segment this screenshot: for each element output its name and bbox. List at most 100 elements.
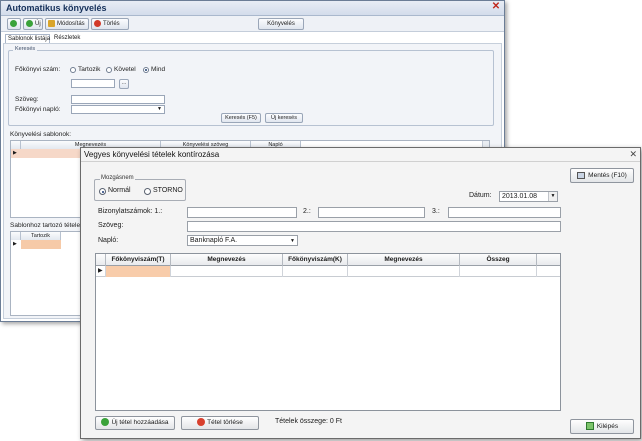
new-button-label: Új [35, 21, 41, 27]
debit-radio[interactable] [70, 67, 76, 73]
items-row-indicator-header [11, 232, 21, 240]
all-radio[interactable] [143, 67, 149, 73]
pencil-icon [48, 19, 55, 27]
plus-icon [101, 418, 110, 427]
delete-button-label: Törlés [103, 21, 120, 27]
dialog-titlebar: Vegyes könyvelési tételek kontírozása ✕ [81, 148, 640, 162]
save-button[interactable]: Mentés (F10) [570, 168, 634, 183]
items-active-cell[interactable] [21, 240, 61, 249]
date-picker[interactable]: 2013.01.08 ▼ [499, 191, 558, 202]
plus-icon [10, 19, 17, 27]
voucher2-label: 2.: [303, 208, 311, 215]
delete-item-button-label: Tétel törlése [207, 419, 243, 426]
exit-icon [585, 422, 594, 431]
back-window-title: Automatikus könyvelés [6, 3, 107, 13]
text-input[interactable] [71, 95, 165, 104]
col-debit-account[interactable]: Főkönyviszám(T) [106, 254, 171, 266]
save-icon [577, 171, 586, 179]
add-item-button-label: Új tétel hozzáadása [111, 419, 169, 426]
voucher2-input[interactable] [318, 207, 425, 218]
credit-radio[interactable] [106, 67, 112, 73]
exit-button-label: Kilépés [596, 423, 619, 430]
post-button[interactable]: Könyvelés [258, 18, 304, 30]
cell-credit-account[interactable] [283, 266, 348, 277]
add-green-button[interactable] [7, 18, 21, 30]
templates-label: Könyvelési sablonok: [10, 131, 72, 138]
row-indicator-header [96, 254, 106, 266]
table-row[interactable]: ▶ [96, 266, 560, 277]
entries-grid-header: Főkönyviszám(T) Megnevezés Főkönyviszám(… [96, 254, 560, 266]
back-toolbar: Új Módosítás Törlés Könyvelés [1, 16, 504, 32]
items-total-text: Tételek összege: 0 Ft [275, 418, 342, 425]
voucher1-input[interactable] [187, 207, 297, 218]
col-credit-account[interactable]: Főkönyviszám(K) [283, 254, 348, 266]
account-picker-button[interactable]: … [119, 79, 129, 89]
delete-icon [94, 19, 101, 27]
save-button-label: Mentés (F10) [588, 172, 627, 179]
text-input[interactable] [187, 221, 561, 232]
credit-radio-label: Követel [114, 66, 136, 73]
row-indicator: ▶ [96, 266, 106, 277]
search-group: Keresés Főkönyvi szám: Tartozik Követel … [8, 46, 494, 126]
edit-button[interactable]: Módosítás [45, 18, 89, 30]
col-amount[interactable]: Összeg [460, 254, 537, 266]
exit-button[interactable]: Kilépés [570, 419, 634, 434]
delete-item-button[interactable]: Tétel törlése [181, 416, 259, 430]
debit-radio-label: Tartozik [78, 66, 101, 73]
new-search-button[interactable]: Új keresés [265, 113, 303, 123]
cell-amount[interactable] [460, 266, 537, 277]
col-debit-name[interactable]: Megnevezés [171, 254, 283, 266]
journal-label: Napló: [98, 237, 119, 244]
delete-button[interactable]: Törlés [91, 18, 129, 30]
minus-icon [197, 418, 206, 427]
journal-select[interactable]: ▼ [71, 105, 165, 114]
voucher3-label: 3.: [432, 208, 440, 215]
row-indicator-icon: ▶ [13, 241, 17, 247]
all-radio-label: Mind [151, 66, 166, 73]
normal-radio-label: Normál [108, 187, 131, 194]
movement-group: Mozgásnem Normál STORNO [94, 175, 186, 201]
account-label: Főkönyvi szám: [15, 66, 61, 73]
date-value: 2013.01.08 [502, 193, 538, 200]
general-entries-dialog: Vegyes könyvelési tételek kontírozása ✕ … [80, 147, 641, 439]
storno-radio-label: STORNO [153, 187, 183, 194]
account-input[interactable] [71, 79, 115, 88]
text-label: Szöveg: [15, 96, 39, 103]
tab-template-list[interactable]: Sablonok listája [5, 34, 50, 43]
items-label: Sablonhoz tartozó tételek [10, 222, 84, 229]
date-label: Dátum: [469, 192, 492, 199]
items-col-debit[interactable]: Tartozik [21, 232, 61, 240]
search-button[interactable]: Keresés (F5) [221, 113, 261, 123]
storno-radio[interactable] [144, 188, 151, 195]
journal-value: Banknapló F.A. [190, 237, 238, 244]
chevron-down-icon: ▼ [157, 106, 162, 112]
entries-grid: Főkönyviszám(T) Megnevezés Főkönyviszám(… [95, 253, 561, 411]
col-credit-name[interactable]: Megnevezés [348, 254, 460, 266]
search-group-title: Keresés [13, 46, 38, 52]
edit-button-label: Módosítás [57, 21, 85, 27]
row-indicator-icon: ▶ [13, 150, 17, 156]
new-icon [26, 19, 33, 27]
journal-label: Főkönyvi napló: [15, 106, 61, 113]
new-button[interactable]: Új [23, 18, 43, 30]
movement-group-title: Mozgásnem [100, 175, 135, 181]
text-label: Szöveg: [98, 222, 124, 229]
journal-select[interactable]: Banknapló F.A. ▼ [187, 235, 298, 246]
cell-credit-name[interactable] [348, 266, 460, 277]
chevron-down-icon[interactable]: ▼ [290, 237, 295, 245]
back-window-titlebar: Automatikus könyvelés ✕ [1, 1, 504, 16]
post-button-label: Könyvelés [267, 21, 295, 27]
row-indicator-icon: ▶ [98, 268, 103, 274]
tab-details[interactable]: Részletek [52, 34, 82, 43]
normal-radio[interactable] [99, 188, 106, 195]
add-item-button[interactable]: Új tétel hozzáadása [95, 416, 175, 430]
cell-debit-name[interactable] [171, 266, 283, 277]
voucher-label: Bizonylatszámok: 1.: [98, 208, 163, 215]
dialog-close-icon[interactable]: ✕ [629, 148, 637, 160]
cell-debit-account[interactable] [106, 266, 171, 277]
chevron-down-icon[interactable]: ▼ [548, 192, 557, 201]
back-window-close-icon[interactable]: ✕ [491, 1, 501, 13]
templates-row-indicator-header [11, 141, 21, 149]
dialog-title: Vegyes könyvelési tételek kontírozása [84, 150, 220, 159]
voucher3-input[interactable] [448, 207, 561, 218]
